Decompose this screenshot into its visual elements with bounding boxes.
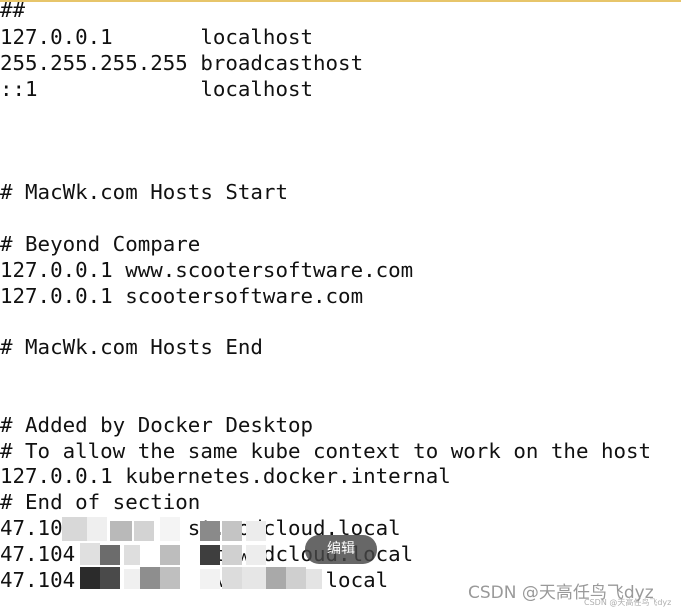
hosts-line: # MacWk.com Hosts End <box>0 335 263 359</box>
hosts-line: # To allow the same kube context to work… <box>0 439 652 463</box>
hosts-line: ## <box>0 0 26 22</box>
hosts-line: ::1 localhost <box>0 77 314 101</box>
redaction-mosaic <box>62 517 322 595</box>
hosts-line: 127.0.0.1 kubernetes.docker.internal <box>0 464 451 488</box>
hosts-line: 127.0.0.1 localhost <box>0 25 314 49</box>
hosts-line: 127.0.0.1 www.scootersoftware.com <box>0 258 414 282</box>
hosts-line: # MacWk.com Hosts Start <box>0 180 288 204</box>
hosts-line: 255.255.255.255 broadcasthost <box>0 51 364 75</box>
hosts-line: # Beyond Compare <box>0 232 201 256</box>
hosts-line: # End of section <box>0 490 201 514</box>
hosts-line: 127.0.0.1 scootersoftware.com <box>0 284 364 308</box>
hosts-line: # Added by Docker Desktop <box>0 413 314 437</box>
edit-button[interactable]: 编辑 <box>305 535 377 564</box>
csdn-watermark-small: CSDN @天高任鸟飞dyz <box>584 598 672 607</box>
